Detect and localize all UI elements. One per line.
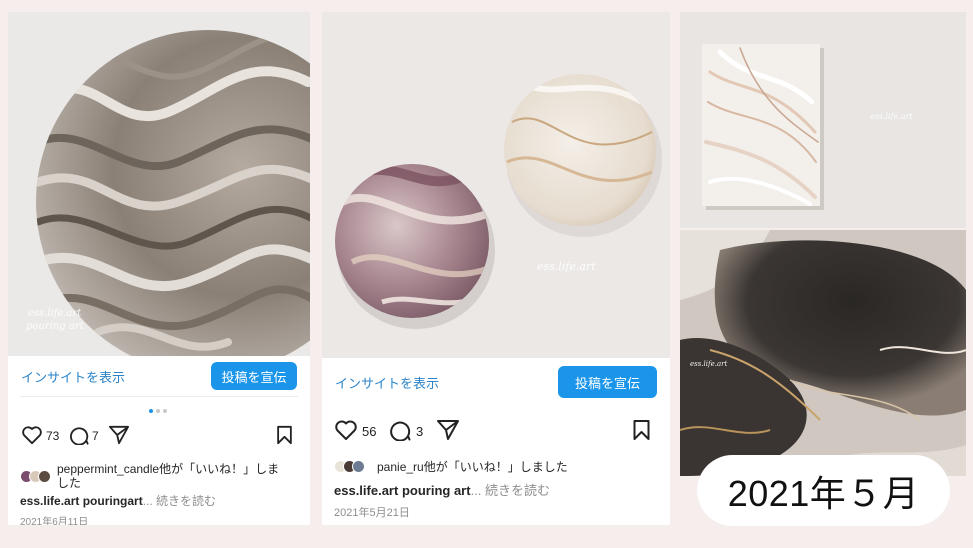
promote-post-button[interactable]: 投稿を宣伝: [558, 366, 657, 398]
share-icon[interactable]: [436, 419, 460, 441]
carousel-dots: [149, 409, 167, 413]
liked-by-row: panie_ru他が「いいね！」しました: [334, 458, 568, 475]
comment-icon[interactable]: [389, 419, 411, 441]
insight-row: インサイトを表示 投稿を宣伝: [322, 366, 670, 398]
caption-text: pouringart: [82, 494, 143, 508]
like-count: 73: [46, 429, 60, 443]
watermark: ess.life.art: [537, 260, 596, 273]
post-caption: ess.life.art pouring art... 続きを読む: [334, 480, 550, 499]
promote-post-button[interactable]: 投稿を宣伝: [211, 362, 297, 390]
divider: [20, 396, 298, 397]
caption-username[interactable]: ess.life.art: [20, 494, 79, 508]
liked-by-text[interactable]: panie_ru他が「いいね！」しました: [377, 458, 568, 475]
view-insights-link[interactable]: インサイトを表示: [21, 367, 125, 386]
caption-username[interactable]: ess.life.art: [334, 483, 398, 498]
post-card-2: ess.life.art インサイトを表示 投稿を宣伝 56 3 panie_r…: [322, 12, 670, 525]
avatar: [352, 460, 365, 473]
carousel-dot: [163, 409, 167, 413]
watermark: ess.life.art: [870, 112, 913, 121]
month-label: 2021年５月: [697, 455, 950, 526]
post-date: 2021年6月11日: [20, 517, 89, 525]
share-icon[interactable]: [108, 425, 130, 445]
canvas-art-photo: ess.life.art: [680, 12, 966, 228]
avatar: [38, 469, 51, 483]
carousel-dot: [156, 409, 160, 413]
caption-text: pouring art: [401, 483, 471, 498]
marble-disc-art: [8, 12, 310, 356]
comment-count: 3: [416, 424, 424, 439]
post-card-1: ess.life.art pouring art インサイトを表示 投稿を宣伝 …: [8, 12, 310, 525]
post-image-2[interactable]: ess.life.art: [322, 12, 670, 358]
liked-by-row: peppermint_candle他が「いいね！」しました: [20, 462, 289, 490]
read-more-link[interactable]: ... 続きを読む: [471, 483, 550, 498]
watermark: ess.life.art: [690, 360, 728, 368]
post-image-1[interactable]: ess.life.art pouring art: [8, 12, 310, 356]
watermark-line1: ess.life.art: [28, 308, 82, 319]
resin-art-photo: ess.life.art: [680, 230, 966, 476]
read-more-link[interactable]: ... 続きを読む: [143, 494, 216, 508]
post-caption: ess.life.art pouringart... 続きを読む: [20, 492, 216, 509]
heart-icon[interactable]: [334, 419, 358, 441]
bookmark-icon[interactable]: [276, 425, 293, 445]
textured-canvas-art: [680, 12, 966, 228]
like-count: 56: [362, 424, 377, 439]
post-actions: 56 3: [322, 418, 670, 442]
post-date: 2021年5月21日: [334, 507, 410, 519]
coasters-photo: [322, 12, 670, 358]
post-actions: 73 7: [8, 423, 310, 447]
insight-row: インサイトを表示 投稿を宣伝: [8, 362, 310, 390]
comment-count: 7: [92, 429, 99, 443]
alcohol-ink-art: [680, 230, 966, 476]
bookmark-icon[interactable]: [632, 419, 651, 441]
view-insights-link[interactable]: インサイトを表示: [335, 373, 439, 392]
comment-icon[interactable]: [69, 425, 89, 445]
carousel-dot-active: [149, 409, 153, 413]
liked-by-text[interactable]: peppermint_candle他が「いいね！」しました: [57, 462, 289, 490]
watermark-line2: pouring art: [26, 321, 84, 332]
heart-icon[interactable]: [21, 425, 43, 445]
